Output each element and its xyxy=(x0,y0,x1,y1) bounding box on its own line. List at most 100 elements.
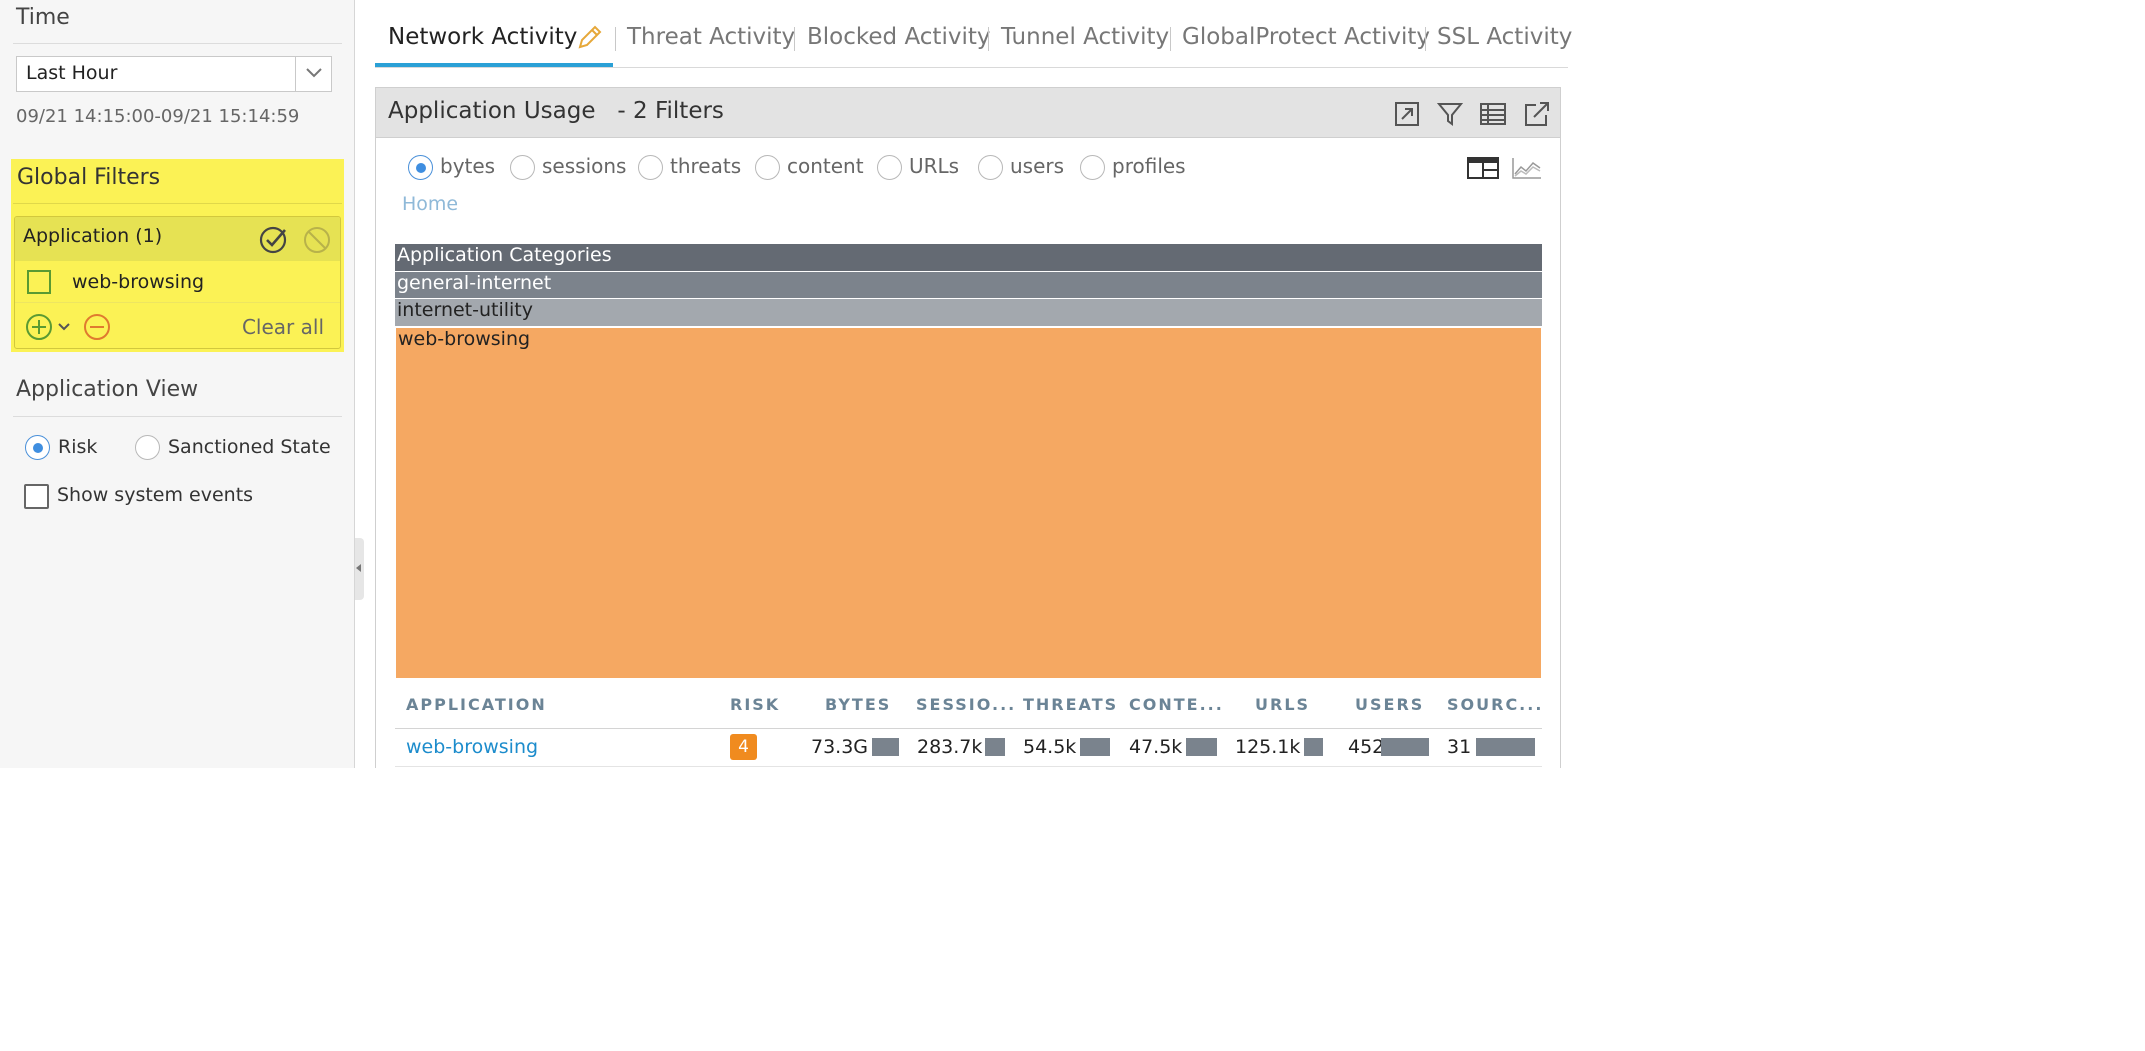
col-application[interactable]: APPLICATION xyxy=(406,695,547,714)
cell-threats: 54.5k xyxy=(1023,736,1077,758)
treemap-internet-utility[interactable]: internet-utility xyxy=(395,299,1542,326)
application-usage-widget: Application Usage - 2 Filters bytes sess… xyxy=(375,87,1561,768)
tab-bar: Network Activity Threat Activity Blocked… xyxy=(375,0,1572,68)
filter-item-label: web-browsing xyxy=(72,271,205,293)
sources-bar xyxy=(1476,738,1535,756)
sessions-bar xyxy=(985,738,1005,756)
table-view-icon[interactable] xyxy=(1479,100,1507,128)
col-urls[interactable]: URLS xyxy=(1255,695,1310,714)
tab-separator xyxy=(1170,27,1171,51)
tab-blocked-activity[interactable]: Blocked Activity xyxy=(807,24,990,50)
treemap-category-header: Application Categories xyxy=(395,244,1542,271)
clear-all-link[interactable]: Clear all xyxy=(242,315,324,339)
export-icon[interactable] xyxy=(1522,100,1550,128)
chevron-down-icon xyxy=(306,68,322,78)
treemap-view-icon[interactable] xyxy=(1467,156,1499,180)
divider xyxy=(13,203,342,204)
filter-icon[interactable] xyxy=(1436,100,1464,128)
global-filters-title: Global Filters xyxy=(17,165,161,190)
risk-label: Risk xyxy=(58,436,98,458)
metric-users-radio[interactable] xyxy=(978,155,1003,180)
metric-sessions-label: sessions xyxy=(542,154,627,178)
tab-globalprotect-activity[interactable]: GlobalProtect Activity xyxy=(1182,24,1430,50)
divider xyxy=(13,43,342,44)
col-content[interactable]: CONTE... xyxy=(1129,695,1224,714)
tab-separator xyxy=(794,27,795,51)
filter-item-checkbox[interactable] xyxy=(27,270,51,294)
metric-users-label: users xyxy=(1010,154,1065,178)
cell-sources: 31 xyxy=(1447,736,1472,758)
cell-sessions: 283.7k xyxy=(917,736,983,758)
time-range-text: 09/21 14:15:00-09/21 15:14:59 xyxy=(16,106,300,127)
jump-to-logs-icon[interactable] xyxy=(1393,100,1421,128)
metric-content-label: content xyxy=(787,154,864,178)
divider xyxy=(13,416,342,417)
cell-application[interactable]: web-browsing xyxy=(406,736,538,758)
tab-tunnel-activity[interactable]: Tunnel Activity xyxy=(1001,24,1169,50)
metric-threats-radio[interactable] xyxy=(638,155,663,180)
bytes-bar xyxy=(872,738,899,756)
tab-network-activity[interactable]: Network Activity xyxy=(388,24,577,50)
dropdown-toggle[interactable] xyxy=(295,57,331,91)
col-sources[interactable]: SOURC... xyxy=(1447,695,1543,714)
widget-header: Application Usage - 2 Filters xyxy=(376,88,1560,138)
col-risk[interactable]: RISK xyxy=(730,695,780,714)
metric-urls-radio[interactable] xyxy=(877,155,902,180)
edit-pencil-icon[interactable] xyxy=(575,24,603,52)
add-filter-icon[interactable] xyxy=(25,313,73,341)
treemap-general-internet[interactable]: general-internet xyxy=(395,272,1542,298)
risk-radio[interactable] xyxy=(25,435,50,460)
cell-content: 47.5k xyxy=(1129,736,1183,758)
breadcrumb-home[interactable]: Home xyxy=(402,193,458,215)
urls-bar xyxy=(1304,738,1323,756)
sanctioned-state-radio[interactable] xyxy=(135,435,160,460)
tab-threat-activity[interactable]: Threat Activity xyxy=(627,24,795,50)
collapse-panel-handle[interactable] xyxy=(355,538,364,600)
metric-bytes-radio[interactable] xyxy=(408,155,433,180)
apply-filter-icon[interactable] xyxy=(259,225,289,255)
treemap-web-browsing[interactable]: web-browsing xyxy=(395,327,1542,679)
cell-users: 452 xyxy=(1348,736,1385,758)
col-bytes[interactable]: BYTES xyxy=(825,695,891,714)
application-filter-group: Application (1) web-browsing Clear all xyxy=(14,216,341,349)
show-system-events-checkbox[interactable] xyxy=(24,484,49,509)
metric-threats-label: threats xyxy=(670,154,742,178)
disable-filter-icon[interactable] xyxy=(303,226,331,254)
widget-toolbar xyxy=(1383,100,1550,128)
col-users[interactable]: USERS xyxy=(1355,695,1424,714)
sanctioned-state-label: Sanctioned State xyxy=(168,436,331,458)
threats-bar xyxy=(1080,738,1110,756)
treemap-web-browsing-label: web-browsing xyxy=(398,328,531,350)
show-system-events-label: Show system events xyxy=(57,484,254,506)
metric-content-radio[interactable] xyxy=(755,155,780,180)
tab-separator xyxy=(988,27,989,51)
left-panel: Time Last Hour 09/21 14:15:00-09/21 15:1… xyxy=(0,0,355,768)
remove-filter-icon[interactable] xyxy=(83,313,113,341)
tab-separator xyxy=(615,27,616,51)
filter-item[interactable]: web-browsing xyxy=(15,261,340,303)
global-filters-panel: Global Filters Application (1) web-brows… xyxy=(11,159,344,352)
application-view-title: Application View xyxy=(16,377,199,402)
risk-badge: 4 xyxy=(730,734,757,760)
metric-urls-label: URLs xyxy=(909,154,960,178)
content-bar xyxy=(1186,738,1217,756)
line-chart-view-icon[interactable] xyxy=(1511,156,1543,180)
table-header: APPLICATION RISK BYTES SESSIO... THREATS… xyxy=(395,681,1542,729)
filter-group-header: Application (1) xyxy=(15,217,340,261)
time-period-select[interactable]: Last Hour xyxy=(16,56,332,92)
metric-sessions-radio[interactable] xyxy=(510,155,535,180)
users-bar xyxy=(1381,738,1429,756)
filter-group-label: Application (1) xyxy=(23,225,163,247)
metric-bytes-label: bytes xyxy=(440,154,496,178)
filter-footer: Clear all xyxy=(15,303,340,348)
cell-urls: 125.1k xyxy=(1235,736,1301,758)
active-tab-indicator xyxy=(375,63,613,67)
widget-title: Application Usage - 2 Filters xyxy=(388,98,724,124)
col-sessions[interactable]: SESSIO... xyxy=(916,695,1016,714)
time-section-title: Time xyxy=(16,5,70,30)
metric-profiles-label: profiles xyxy=(1112,154,1186,178)
col-threats[interactable]: THREATS xyxy=(1023,695,1118,714)
tab-ssl-activity[interactable]: SSL Activity xyxy=(1437,24,1572,50)
metric-profiles-radio[interactable] xyxy=(1080,155,1105,180)
cell-bytes: 73.3G xyxy=(811,736,869,758)
